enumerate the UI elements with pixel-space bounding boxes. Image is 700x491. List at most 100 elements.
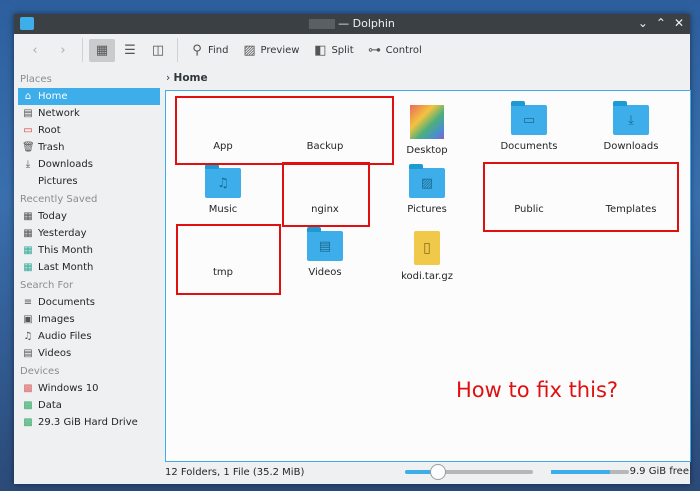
sidebar-label: Documents xyxy=(38,297,96,308)
sidebar-item-audio-files[interactable]: ♫ Audio Files xyxy=(18,328,160,345)
sidebar-label: Downloads xyxy=(38,159,93,170)
sidebar-label: 29.3 GiB Hard Drive xyxy=(38,417,138,428)
split-button[interactable]: ◧ Split xyxy=(307,39,359,62)
sidebar-label: Network xyxy=(38,108,80,119)
annotation-box xyxy=(483,162,679,232)
compact-view-button[interactable]: ◫ xyxy=(145,39,171,62)
sidebar-item-this-month[interactable]: ▦ This Month xyxy=(18,242,160,259)
sidebar-item-yesterday[interactable]: ▦ Yesterday xyxy=(18,225,160,242)
places-header: Places xyxy=(20,74,52,85)
find-button[interactable]: ⚲ Find xyxy=(184,39,235,62)
folder-icon: ▭ xyxy=(511,101,547,135)
annotation-box xyxy=(175,96,394,165)
preview-button[interactable]: ▨ Preview xyxy=(237,39,306,62)
sidebar-item-videos[interactable]: ▤ Videos xyxy=(18,345,160,362)
zoom-slider[interactable] xyxy=(405,464,533,480)
drive-icon: ▩ xyxy=(23,417,33,428)
forward-icon: › xyxy=(60,42,66,58)
sidebar-label: Pictures xyxy=(38,176,78,187)
sidebar-label: Trash xyxy=(38,142,65,153)
status-bar: 12 Folders, 1 File (35.2 MiB) 9.9 GiB fr… xyxy=(165,464,689,480)
file-item[interactable]: ▤ Videos xyxy=(275,227,375,278)
sidebar-label: Root xyxy=(38,125,61,136)
annotation-box xyxy=(176,224,281,295)
breadcrumb[interactable]: › Home xyxy=(166,72,208,84)
calendar-icon: ▦ xyxy=(23,228,33,239)
search-for-header: Search For xyxy=(20,280,74,291)
title-bar: — Dolphin ⌄ ⌃ ✕ xyxy=(14,14,690,34)
sidebar-item-home[interactable]: ⌂ Home xyxy=(18,88,160,105)
disk-usage-bar xyxy=(551,470,629,474)
sidebar-label: Data xyxy=(38,400,62,411)
control-icon: ⊶ xyxy=(368,42,382,58)
icons-view-button[interactable]: ▦ xyxy=(89,38,115,62)
image-icon: ▣ xyxy=(23,314,33,325)
close-icon[interactable]: ✕ xyxy=(674,16,684,30)
file-item[interactable]: ⤓ Downloads xyxy=(581,101,681,152)
blurred-folder-name xyxy=(309,19,336,29)
forward-button[interactable]: › xyxy=(50,39,76,62)
back-button[interactable]: ‹ xyxy=(22,39,48,62)
control-button[interactable]: ⊶ Control xyxy=(362,39,428,62)
chevron-right-icon: › xyxy=(166,72,174,84)
folder-icon: ♫ xyxy=(205,164,241,198)
sidebar-label: Audio Files xyxy=(38,331,92,342)
file-item[interactable]: ▯ kodi.tar.gz xyxy=(377,231,477,282)
trash-icon: 🗑 xyxy=(22,142,35,153)
annotation-question: How to fix this? xyxy=(456,378,619,402)
devices-header: Devices xyxy=(20,366,60,377)
minimize-icon[interactable]: ⌄ xyxy=(638,16,648,30)
sidebar-label: Windows 10 xyxy=(38,383,99,394)
sidebar-item-images[interactable]: ▣ Images xyxy=(18,311,160,328)
sidebar-item-network[interactable]: ▤ Network xyxy=(18,105,160,122)
sidebar-label: Home xyxy=(38,91,68,102)
sidebar-item-data[interactable]: ▩ Data xyxy=(18,397,160,414)
folder-icon: ▨ xyxy=(409,164,445,198)
icons-view-icon: ▦ xyxy=(95,42,109,58)
home-icon: ⌂ xyxy=(24,91,32,102)
sidebar-item-windows-10[interactable]: ▩ Windows 10 xyxy=(18,380,160,397)
sidebar-label: Yesterday xyxy=(38,228,87,239)
desktop-folder-icon xyxy=(410,105,444,139)
sidebar-item-hard-drive[interactable]: ▩ 29.3 GiB Hard Drive xyxy=(18,414,160,431)
breadcrumb-home[interactable]: Home xyxy=(174,72,208,84)
sidebar-label: Videos xyxy=(38,348,72,359)
details-view-button[interactable]: ☰ xyxy=(117,39,143,62)
archive-icon: ▯ xyxy=(414,231,440,265)
calendar-icon: ▦ xyxy=(23,211,33,222)
file-name: Downloads xyxy=(603,141,659,152)
root-folder-icon: ▭ xyxy=(23,125,33,136)
split-icon: ◧ xyxy=(314,42,327,58)
sidebar-item-documents[interactable]: ≡ Documents xyxy=(18,294,160,311)
film-icon: ▤ xyxy=(23,348,33,359)
maximize-icon[interactable]: ⌃ xyxy=(656,16,666,30)
back-icon: ‹ xyxy=(32,42,38,58)
places-panel: Places ⌂ Home ▤ Network ▭ Root 🗑 Trash ⤓ Down… xyxy=(18,70,160,431)
window-title: — Dolphin xyxy=(338,17,395,30)
sidebar-item-root[interactable]: ▭ Root xyxy=(18,122,160,139)
sidebar-item-today[interactable]: ▦ Today xyxy=(18,208,160,225)
downloads-icon: ⤓ xyxy=(25,159,31,170)
file-item[interactable]: ▨ Pictures xyxy=(377,164,477,215)
split-label: Split xyxy=(331,44,354,56)
preview-label: Preview xyxy=(260,44,300,56)
calendar-icon: ▦ xyxy=(23,245,33,256)
free-space: 9.9 GiB free xyxy=(629,466,689,477)
file-item[interactable]: ▭ Documents xyxy=(479,101,579,152)
file-item[interactable]: ♫ Music xyxy=(173,164,273,215)
folder-icon: ⤓ xyxy=(613,101,649,135)
find-label: Find xyxy=(208,44,229,56)
details-view-icon: ☰ xyxy=(124,42,136,58)
file-name: Music xyxy=(208,204,238,215)
status-summary: 12 Folders, 1 File (35.2 MiB) xyxy=(165,466,305,478)
file-name: Documents xyxy=(500,141,558,152)
zoom-slider-handle[interactable] xyxy=(430,464,446,480)
sidebar-item-pictures[interactable]: Pictures xyxy=(18,173,160,190)
image-icon: ▨ xyxy=(243,42,256,58)
annotation-box xyxy=(282,162,370,227)
sidebar-item-downloads[interactable]: ⤓ Downloads xyxy=(18,156,160,173)
sidebar-label: Images xyxy=(38,314,75,325)
sidebar-item-last-month[interactable]: ▦ Last Month xyxy=(18,259,160,276)
network-icon: ▤ xyxy=(23,108,33,119)
sidebar-item-trash[interactable]: 🗑 Trash xyxy=(18,139,160,156)
